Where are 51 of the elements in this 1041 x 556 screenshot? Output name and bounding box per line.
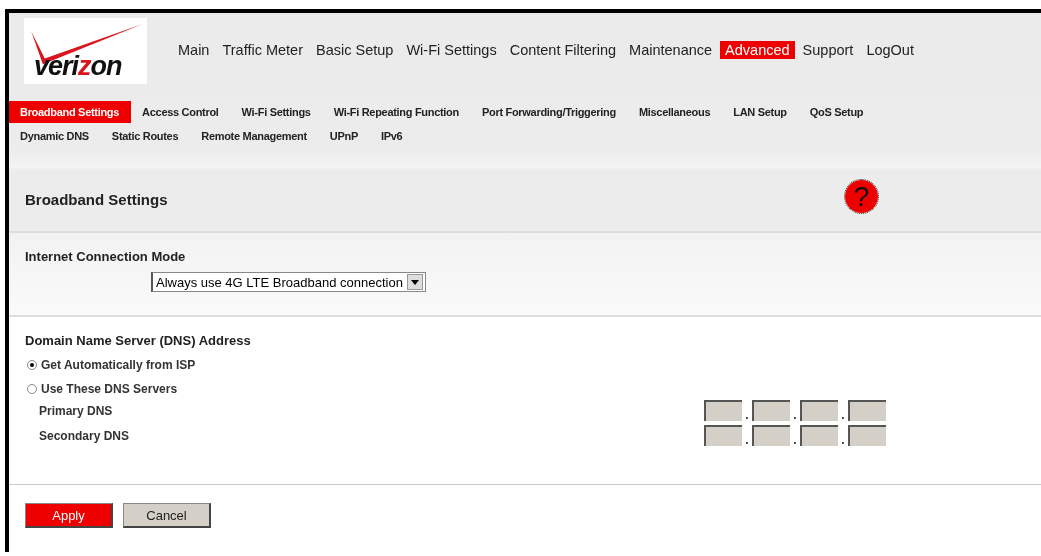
section-label: Domain Name Server (DNS) Address	[25, 333, 252, 348]
ip-octet-field[interactable]	[848, 400, 886, 421]
ip-octet-field[interactable]	[704, 400, 742, 421]
nav-link[interactable]: Basic Setup	[311, 40, 399, 59]
ip-octet-field[interactable]	[800, 400, 838, 421]
nav-link[interactable]: Traffic Meter	[217, 40, 308, 59]
settings-tab[interactable]: Static Routes	[100, 125, 191, 147]
settings-tab[interactable]: Wi-Fi Repeating Function	[322, 101, 471, 123]
nav-link[interactable]: Wi-Fi Settings	[401, 40, 502, 59]
nav-link[interactable]: LogOut	[861, 40, 919, 59]
ip-octet-field[interactable]	[752, 400, 790, 421]
ip-separator: .	[744, 434, 750, 446]
nav-link[interactable]: Main	[173, 40, 215, 59]
settings-tab[interactable]: Wi-Fi Settings	[230, 101, 323, 123]
field-label: Primary DNS	[39, 403, 113, 418]
radio-button[interactable]	[27, 360, 37, 370]
settings-tab[interactable]: QoS Setup	[798, 101, 876, 123]
help-icon[interactable]: ?	[845, 180, 878, 213]
settings-tab[interactable]: Port Forwarding/Triggering	[470, 101, 628, 123]
page-title: Broadband Settings	[25, 191, 168, 208]
settings-tab[interactable]: Broadband Settings	[9, 101, 132, 123]
form-button[interactable]: Cancel	[123, 503, 211, 528]
settings-tab[interactable]: IPv6	[369, 125, 415, 147]
nav-link[interactable]: Support	[797, 40, 859, 59]
dropdown-arrow-icon	[410, 279, 419, 285]
connection-mode-dropdown[interactable]: Always use 4G LTE Broadband connection	[151, 272, 426, 292]
ip-separator: .	[792, 434, 798, 446]
ip-octet-field[interactable]	[704, 425, 742, 446]
ip-separator: .	[840, 409, 846, 421]
ip-separator: .	[840, 434, 846, 446]
field-label: Secondary DNS	[39, 428, 130, 443]
radio-label: Use These DNS Servers	[41, 382, 178, 396]
settings-tab[interactable]: Miscellaneous	[627, 101, 723, 123]
settings-tab[interactable]: LAN Setup	[722, 101, 799, 123]
section-label: Internet Connection Mode	[25, 249, 187, 264]
ip-separator: .	[792, 409, 798, 421]
logo-text: verizon	[34, 50, 122, 82]
settings-tab[interactable]: Access Control	[131, 101, 231, 123]
settings-tab[interactable]: UPnP	[318, 125, 370, 147]
ip-octet-field[interactable]	[848, 425, 886, 446]
radio-button[interactable]	[27, 384, 37, 394]
form-button[interactable]: Apply	[25, 503, 113, 528]
radio-label: Get Automatically from ISP	[41, 358, 196, 372]
settings-tab[interactable]: Dynamic DNS	[9, 125, 101, 147]
settings-tab[interactable]: Remote Management	[190, 125, 319, 147]
nav-link[interactable]: Advanced	[720, 40, 795, 59]
ip-octet-field[interactable]	[752, 425, 790, 446]
nav-link[interactable]: Content Filtering	[504, 40, 622, 59]
ip-separator: .	[744, 409, 750, 421]
nav-link[interactable]: Maintenance	[624, 40, 718, 59]
ip-octet-field[interactable]	[800, 425, 838, 446]
